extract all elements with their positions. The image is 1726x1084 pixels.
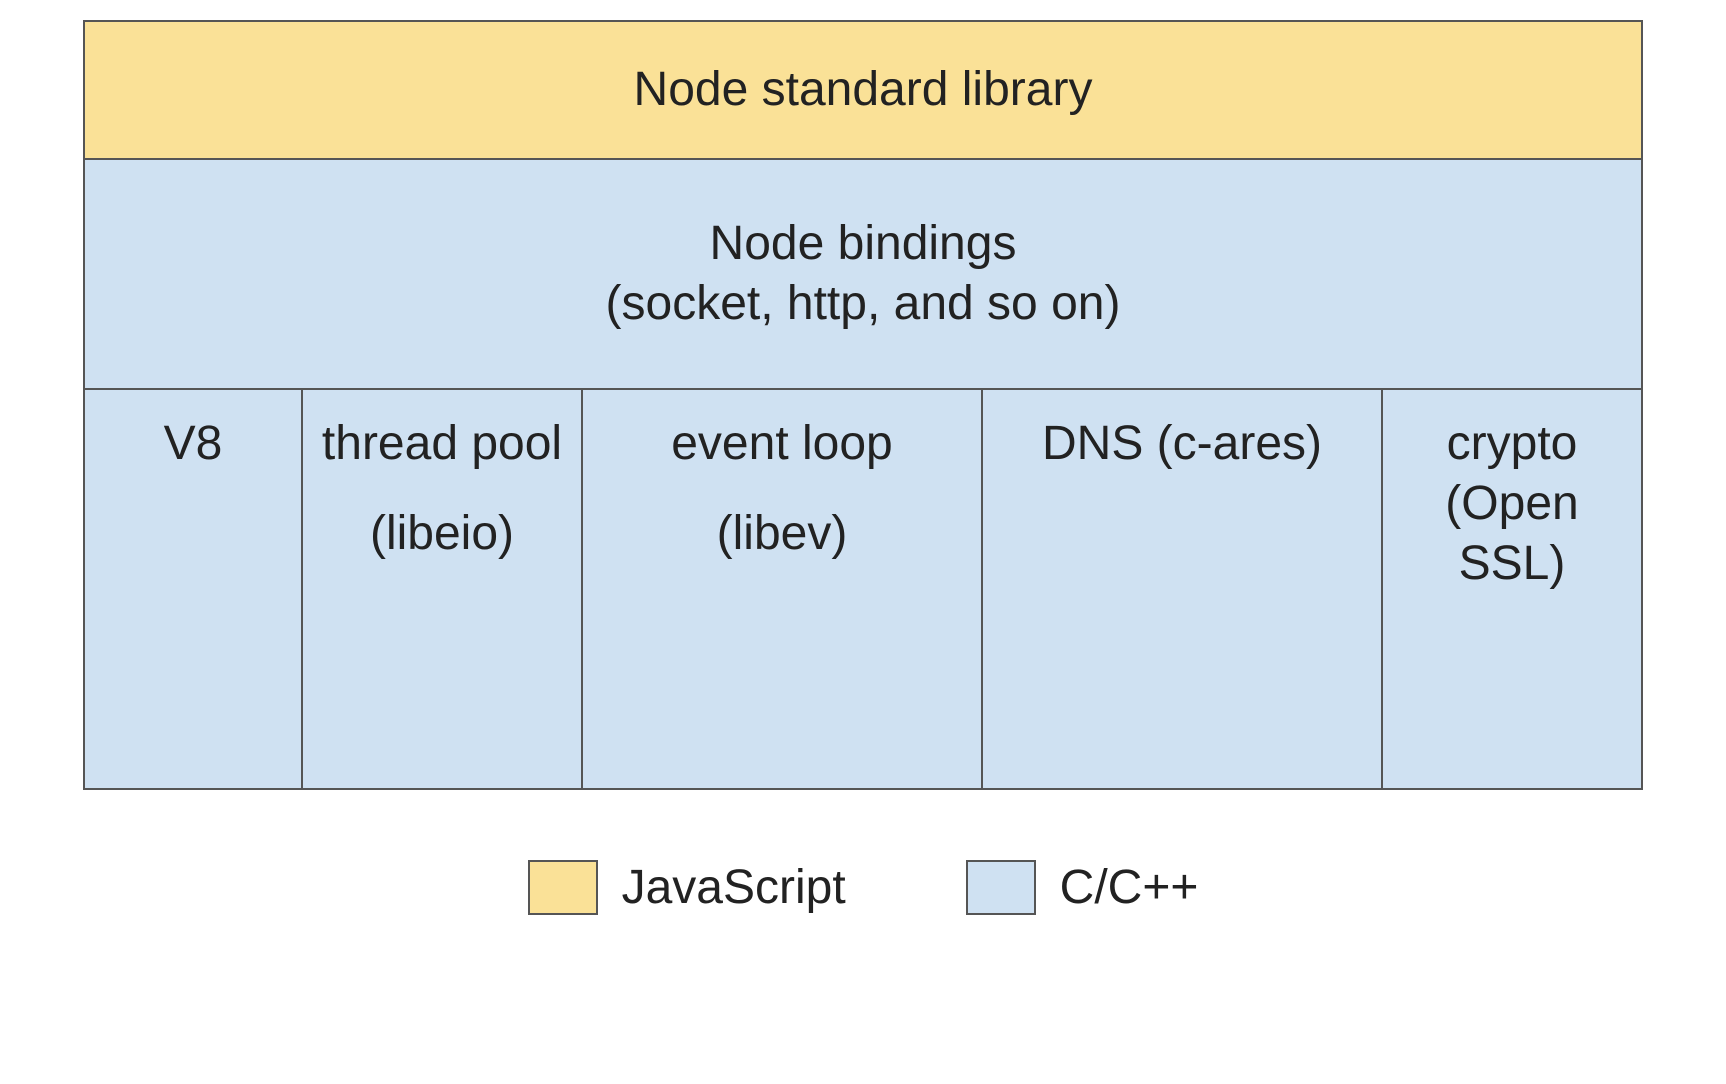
layer-bindings: Node bindings (socket, http, and so on) [83, 160, 1643, 390]
layer-standard-library: Node standard library [83, 20, 1643, 160]
layer-bindings-title: Node bindings [710, 214, 1017, 274]
component-thread-pool: thread pool (libeio) [303, 390, 583, 790]
component-crypto-title: crypto (Open SSL) [1393, 414, 1631, 594]
component-thread-pool-sub: (libeio) [370, 504, 514, 564]
component-event-loop-title: event loop [671, 414, 893, 474]
component-event-loop-sub: (libev) [717, 504, 848, 564]
legend-item-javascript: JavaScript [528, 860, 846, 915]
layer-standard-library-label: Node standard library [634, 60, 1093, 120]
legend-label-c-cpp: C/C++ [1060, 860, 1199, 915]
component-event-loop: event loop (libev) [583, 390, 983, 790]
component-dns-title: DNS (c-ares) [1042, 414, 1322, 474]
legend-label-javascript: JavaScript [622, 860, 846, 915]
component-v8: V8 [83, 390, 303, 790]
layer-bindings-subtitle: (socket, http, and so on) [606, 274, 1121, 334]
legend-item-c-cpp: C/C++ [966, 860, 1199, 915]
legend-swatch-javascript [528, 860, 598, 915]
component-v8-title: V8 [164, 414, 223, 474]
node-architecture-diagram: Node standard library Node bindings (soc… [83, 20, 1643, 790]
component-crypto: crypto (Open SSL) [1383, 390, 1643, 790]
legend-swatch-c-cpp [966, 860, 1036, 915]
component-thread-pool-title: thread pool [322, 414, 562, 474]
component-dns: DNS (c-ares) [983, 390, 1383, 790]
legend: JavaScript C/C++ [20, 860, 1706, 915]
